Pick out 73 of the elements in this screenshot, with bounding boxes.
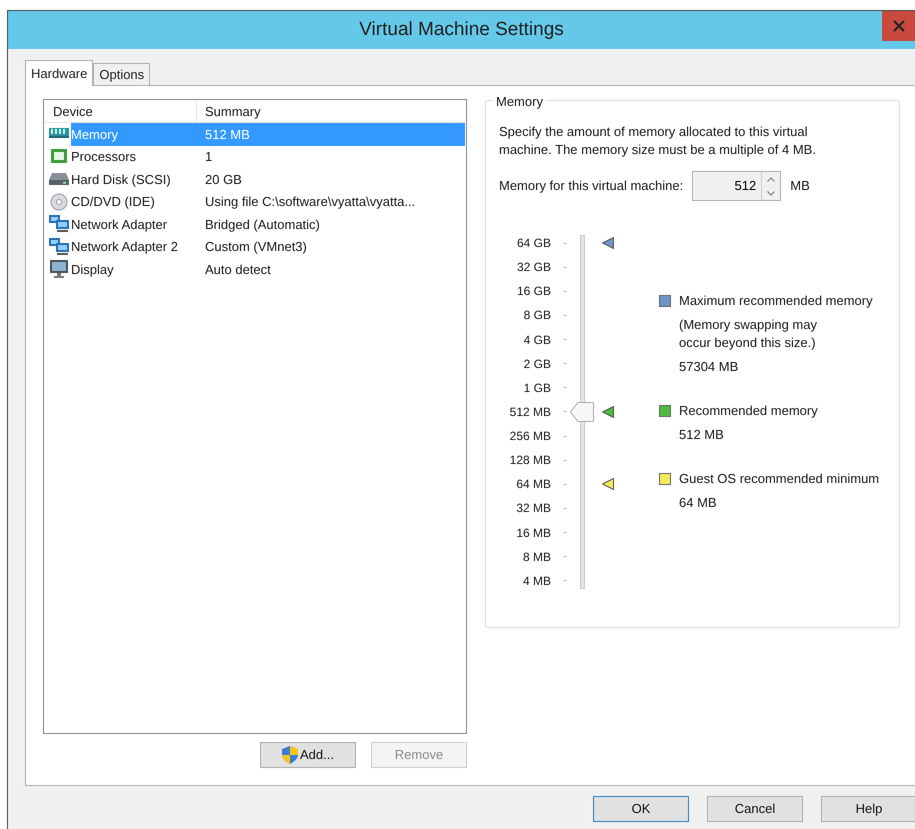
scale-label: 4 MB xyxy=(522,572,551,590)
legend-value: 64 MB xyxy=(679,494,718,512)
device-name[interactable]: Processors xyxy=(71,146,201,168)
scale-label: 16 MB xyxy=(515,524,551,542)
scale-label: 16 GB xyxy=(516,283,551,300)
dialog-button[interactable]: Help xyxy=(821,796,915,822)
device-name[interactable]: Display xyxy=(71,258,201,280)
device-name[interactable]: Network Adapter 2 xyxy=(71,236,201,258)
scale-label: 128 MB xyxy=(508,452,551,470)
scale-label: 8 GB xyxy=(522,307,551,324)
tick-mark xyxy=(563,266,567,268)
dialog-button[interactable]: OK xyxy=(593,796,689,822)
add-button[interactable]: Add... xyxy=(260,742,356,768)
field-label: Memory for this virtual machine: xyxy=(499,177,684,196)
tick-mark xyxy=(563,339,567,340)
description-text: Specify the amount of memory allocated to this virtual machine. The memory size must be a multiple of 4 MB. xyxy=(499,123,817,159)
tick-mark xyxy=(563,411,567,412)
scale-label: 32 MB xyxy=(515,500,551,518)
legend-label: Maximum recommended memory xyxy=(679,292,873,310)
device-summary: Custom (VMnet3) xyxy=(204,238,307,256)
scale-label: 256 MB xyxy=(508,428,551,446)
scale-label: 4 GB xyxy=(522,332,551,349)
monitor-icon xyxy=(49,260,69,278)
tick-mark xyxy=(563,387,567,388)
scale-label: 512 MB xyxy=(508,404,551,421)
tick-mark xyxy=(563,436,567,437)
down-icon xyxy=(767,190,776,196)
unit-label: MB xyxy=(790,177,810,196)
tick-mark xyxy=(563,363,567,364)
device-name[interactable]: Hard Disk (SCSI) xyxy=(71,168,201,190)
disc-icon xyxy=(49,192,69,211)
legend-label: Guest OS recommended minimum xyxy=(679,470,880,488)
up-icon xyxy=(767,176,776,182)
memory-field[interactable]: 512 xyxy=(692,171,762,201)
column-header[interactable]: Summary xyxy=(197,102,261,122)
scale-label: 8 MB xyxy=(522,548,551,566)
slider-thumb[interactable] xyxy=(570,402,594,422)
tick-mark xyxy=(563,580,567,582)
device-summary: 1 xyxy=(204,148,212,166)
tick-mark xyxy=(563,508,567,509)
tick-mark xyxy=(563,314,567,316)
device-summary: 20 GB xyxy=(204,170,242,188)
tab[interactable]: Hardware xyxy=(25,60,94,86)
scale-label: 64 MB xyxy=(515,476,551,494)
tick-mark xyxy=(563,556,567,558)
scale-label: 32 GB xyxy=(516,259,551,276)
network-computers-icon xyxy=(49,215,69,234)
device-summary: Bridged (Automatic) xyxy=(204,216,320,234)
device-name[interactable]: Network Adapter xyxy=(71,213,201,236)
legend-label: Recommended memory xyxy=(679,402,818,420)
tick-mark xyxy=(563,532,567,534)
network-computers-icon xyxy=(49,238,69,256)
tick-mark xyxy=(563,242,567,244)
tick-mark xyxy=(563,484,567,485)
device-summary: Using file C:\software\vyatta\vyatta... xyxy=(204,193,416,211)
processor-chip-icon xyxy=(49,148,69,166)
scale-label: 1 GB xyxy=(522,380,551,397)
device-name[interactable]: CD/DVD (IDE) xyxy=(71,190,201,213)
legend-value: 57304 MB xyxy=(679,358,740,376)
legend-note: (Memory swapping may occur beyond this size.) xyxy=(679,316,818,352)
device-summary: 512 MB xyxy=(201,123,465,146)
legend-value: 512 MB xyxy=(679,426,725,444)
tick-mark xyxy=(563,290,567,292)
scale-label: 2 GB xyxy=(522,356,551,373)
tick-mark xyxy=(563,460,567,461)
close-button[interactable] xyxy=(882,11,915,41)
window-title: Virtual Machine Settings xyxy=(359,18,564,42)
tab[interactable]: Options xyxy=(93,62,150,85)
scale-label: 64 GB xyxy=(516,235,551,252)
close-icon xyxy=(892,20,904,32)
column-header[interactable]: Device xyxy=(45,101,197,122)
device-summary: Auto detect xyxy=(204,260,271,278)
dialog-button[interactable]: Cancel xyxy=(707,796,803,822)
